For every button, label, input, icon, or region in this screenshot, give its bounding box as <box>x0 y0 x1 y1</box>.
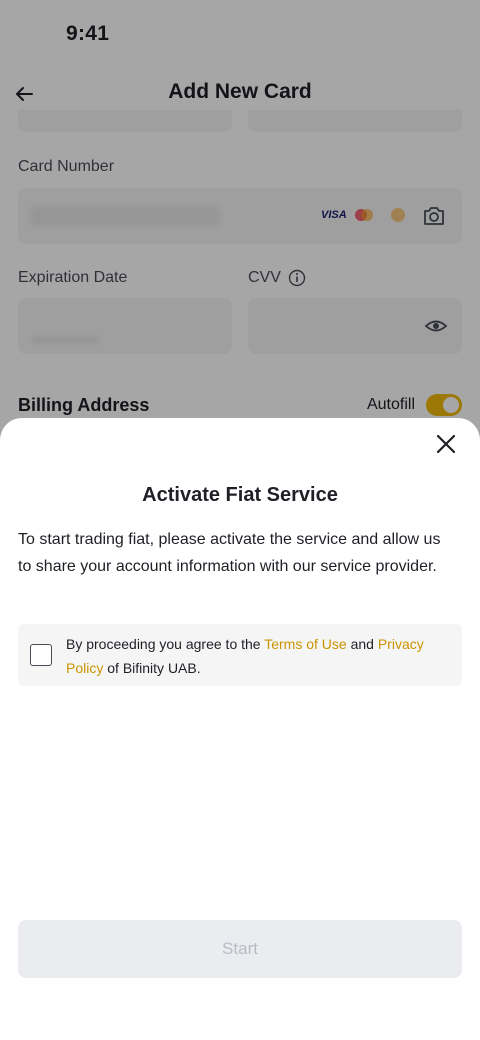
terms-of-use-link[interactable]: Terms of Use <box>264 636 346 652</box>
consent-suffix: of Bifinity UAB. <box>103 660 201 676</box>
start-button[interactable]: Start <box>18 920 462 978</box>
sheet-title: Activate Fiat Service <box>142 484 338 506</box>
screen: 9:41 Add New Card Card Number VISA Expir… <box>0 0 480 1040</box>
close-button[interactable] <box>434 432 458 456</box>
consent-checkbox[interactable] <box>30 644 52 666</box>
activate-fiat-sheet: Activate Fiat Service To start trading f… <box>0 418 480 1040</box>
consent-and: and <box>346 636 378 652</box>
consent-box: By proceeding you agree to the Terms of … <box>18 624 462 686</box>
consent-prefix: By proceeding you agree to the <box>66 636 265 652</box>
sheet-description: To start trading fiat, please activate t… <box>18 531 441 575</box>
consent-text: By proceeding you agree to the Terms of … <box>66 632 442 680</box>
close-icon <box>436 434 456 454</box>
